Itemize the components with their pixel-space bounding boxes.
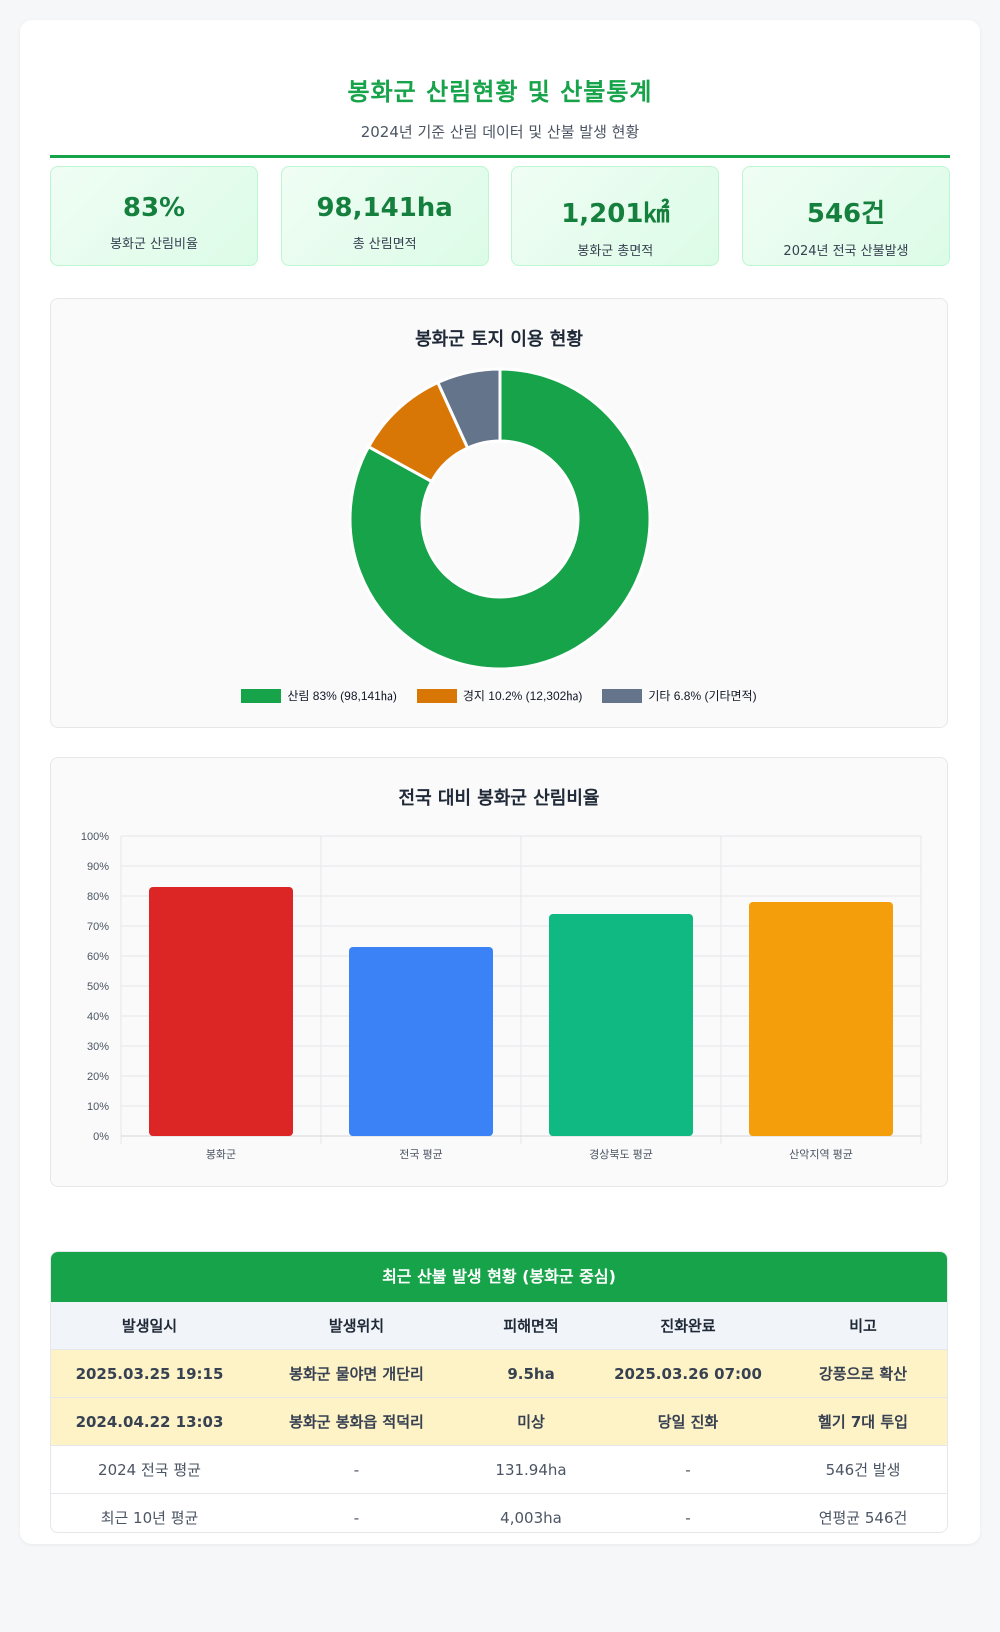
table-cell: 당일 진화 — [597, 1397, 779, 1446]
legend-item-forest[interactable]: 산림 83% (98,141㏊) — [241, 687, 397, 704]
x-tick-label: 경상북도 평균 — [589, 1148, 653, 1161]
y-tick-label: 30% — [87, 1041, 109, 1053]
stat-card-fire-count: 546건 2024년 전국 산불발생 — [741, 166, 950, 266]
legend-swatch-other — [602, 688, 643, 703]
legend-swatch-farmland — [416, 688, 457, 703]
y-tick-label: 40% — [87, 1011, 109, 1023]
legend-label: 산림 83% (98,141㏊) — [287, 689, 397, 703]
col-header: 발생일시 — [51, 1302, 248, 1350]
y-tick-label: 0% — [93, 1131, 109, 1143]
table-cell: 2024 전국 평균 — [51, 1445, 248, 1494]
stat-value: 546건 — [806, 199, 886, 229]
bar-3[interactable] — [749, 902, 893, 1136]
legend-label: 기타 6.8% (기타면적) — [648, 689, 757, 703]
page-title: 봉화군 산림현황 및 산불통계 — [347, 78, 653, 106]
col-header: 피해면적 — [465, 1302, 597, 1350]
y-tick-label: 60% — [87, 951, 109, 963]
table-row: 2024 전국 평균 -131.94ha -546건 발생 — [51, 1445, 947, 1494]
table-cell: 강풍으로 확산 — [779, 1349, 947, 1398]
table-cell: 2025.03.25 19:15 — [51, 1349, 248, 1398]
stat-label: 봉화군 총면적 — [577, 244, 654, 259]
bar-1[interactable] — [349, 947, 493, 1136]
col-header: 발생위치 — [248, 1302, 465, 1350]
stat-label: 봉화군 산림비율 — [110, 237, 198, 252]
table-cell: - — [248, 1445, 465, 1494]
page-header: 봉화군 산림현황 및 산불통계 2024년 기준 산림 데이터 및 산불 발생 … — [50, 50, 950, 158]
forest-ratio-bar-panel: 전국 대비 봉화군 산림비율 0% 10% 20% 30% 40% 50% 60% 70% 80… — [50, 757, 948, 1187]
legend-item-farmland[interactable]: 경지 10.2% (12,302㏊) — [416, 687, 583, 704]
y-tick-label: 70% — [87, 921, 109, 933]
stat-card-total-area: 1,201㎢ 봉화군 총면적 — [511, 166, 720, 266]
y-tick-label: 100% — [81, 831, 109, 843]
stat-card-forest-ratio: 83% 봉화군 산림비율 — [50, 166, 258, 266]
forest-ratio-bar-chart: 0% 10% 20% 30% 40% 50% 60% 70% 80% 90% 100% 봉화군 전국 평… — [81, 831, 922, 1161]
land-use-chart-panel: 봉화군 토지 이용 현황 산림 83% (98,141㏊) 경지 10.2% (… — [50, 298, 948, 728]
table-cell: 131.94ha — [465, 1445, 597, 1494]
table-cell: 9.5ha — [465, 1349, 597, 1398]
table-cell: 2024.04.22 13:03 — [51, 1397, 248, 1446]
bar-2[interactable] — [549, 914, 693, 1136]
stat-value: 83% — [122, 193, 186, 223]
fire-table-panel: 최근 산불 발생 현황 (봉화군 중심) 발생일시 발생위치 피해면적 진화완료… — [50, 1251, 948, 1533]
fire-table-title: 최근 산불 발생 현황 (봉화군 중심) — [51, 1252, 947, 1302]
bar-0[interactable] — [149, 887, 293, 1136]
col-header: 비고 — [779, 1302, 947, 1350]
table-cell: 546건 발생 — [779, 1445, 947, 1494]
legend-item-other[interactable]: 기타 6.8% (기타면적) — [602, 687, 757, 704]
table-cell: - — [597, 1445, 779, 1494]
table-cell: 봉화군 봉화읍 적덕리 — [248, 1397, 465, 1446]
y-tick-label: 20% — [87, 1071, 109, 1083]
fire-table: 발생일시 발생위치 피해면적 진화완료 비고 2025.03.25 19:15 봉… — [51, 1302, 947, 1533]
stat-card-forest-area: 98,141ha 총 산림면적 — [280, 166, 489, 266]
x-tick-label: 산악지역 평균 — [789, 1148, 853, 1161]
stat-label: 2024년 전국 산불발생 — [783, 244, 909, 259]
table-cell: 봉화군 물야면 개단리 — [248, 1349, 465, 1398]
land-use-donut-chart — [348, 367, 652, 671]
page-subtitle: 2024년 기준 산림 데이터 및 산불 발생 현황 — [360, 123, 640, 141]
stat-label: 총 산림면적 — [352, 237, 417, 252]
stat-value: 98,141ha — [316, 193, 453, 223]
stats-row: 83% 봉화군 산림비율 98,141ha 총 산림면적 1,201㎢ 봉화군 … — [50, 166, 950, 268]
table-row: 2024.04.22 13:03 봉화군 봉화읍 적덕리 미상 당일 진화 헬기 7대 … — [51, 1397, 947, 1446]
table-cell: - — [685, 1508, 691, 1527]
table-row: 최근 10년 평균 - 4,003ha - 연평균 546건 — [51, 1494, 947, 1533]
col-header: 진화완료 — [597, 1302, 779, 1350]
y-tick-label: 10% — [87, 1101, 109, 1113]
page-card: 봉화군 산림현황 및 산불통계 2024년 기준 산림 데이터 및 산불 발생 … — [20, 20, 980, 1544]
table-cell: - — [353, 1508, 360, 1527]
x-tick-label: 봉화군 — [206, 1148, 236, 1161]
y-tick-label: 80% — [87, 891, 109, 903]
table-header-row: 발생일시 발생위치 피해면적 진화완료 비고 — [51, 1302, 947, 1350]
table-cell: 헬기 7대 투입 — [779, 1397, 947, 1446]
y-tick-label: 50% — [87, 981, 109, 993]
legend-swatch-forest — [241, 688, 282, 703]
x-tick-label: 전국 평균 — [399, 1148, 443, 1161]
table-cell: 4,003ha — [500, 1508, 562, 1527]
table-row: 2025.03.25 19:15 봉화군 물야면 개단리 9.5ha 2025.03.… — [51, 1349, 947, 1398]
stat-value: 1,201㎢ — [561, 199, 670, 229]
table-cell: 최근 10년 평균 — [100, 1509, 199, 1527]
table-cell: 연평균 546건 — [818, 1509, 908, 1527]
y-tick-label: 90% — [87, 861, 109, 873]
donut-legend: 산림 83% (98,141㏊) 경지 10.2% (12,302㏊) 기타 6… — [51, 687, 947, 704]
table-cell: 미상 — [465, 1397, 597, 1446]
table-cell: 2025.03.26 07:00 — [597, 1349, 779, 1398]
legend-label: 경지 10.2% (12,302㏊) — [462, 689, 583, 703]
